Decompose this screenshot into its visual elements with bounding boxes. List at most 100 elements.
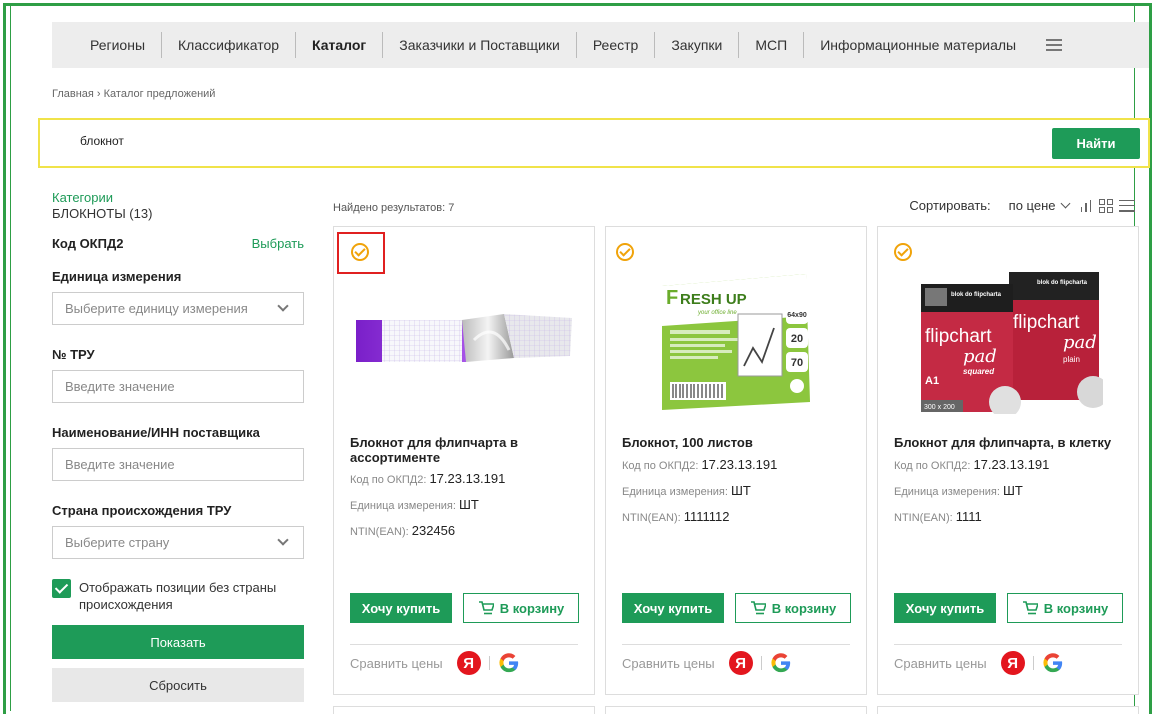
country-select-placeholder: Выберите страну xyxy=(65,535,170,550)
unit-select[interactable]: Выберите единицу измерения xyxy=(52,292,304,325)
cart-icon xyxy=(478,601,494,615)
menu-icon[interactable] xyxy=(1046,39,1063,51)
buy-button[interactable]: Хочу купить xyxy=(350,593,452,623)
product-image xyxy=(334,257,594,422)
product-unit: Единица измерения: ШТ xyxy=(622,483,857,498)
nav-msp[interactable]: МСП xyxy=(739,32,805,58)
sort-bars-icon[interactable] xyxy=(1080,199,1091,212)
flip-word2-1: pad xyxy=(963,346,997,367)
product-ntin: NTIN(EAN): 1111112 xyxy=(622,509,857,524)
okpd-meta-label: Код по ОКПД2: xyxy=(350,474,427,486)
search-button[interactable]: Найти xyxy=(1052,128,1140,159)
freshup-density: 70 xyxy=(791,357,803,369)
product-title[interactable]: Блокнот для флипчарта в ассортименте xyxy=(350,435,580,465)
compare-prices: Сравнить цены Я xyxy=(622,651,792,675)
google-icon[interactable] xyxy=(498,652,520,674)
ntin-meta-value: 1111112 xyxy=(683,509,730,524)
add-to-cart-button[interactable]: В корзину xyxy=(735,593,851,623)
flip-var1: squared xyxy=(963,367,995,376)
filter-sidebar: Категории БЛОКНОТЫ (13) Код ОКПД2 Выбрат… xyxy=(52,190,304,702)
top-nav: Регионы Классификатор Каталог Заказчики … xyxy=(52,22,1149,68)
compare-prices-label: Сравнить цены xyxy=(894,655,987,671)
yandex-icon[interactable]: Я xyxy=(1000,651,1025,675)
okpd-choose-link[interactable]: Выбрать xyxy=(252,236,304,251)
freshup-sub: your office line xyxy=(697,310,737,316)
product-card[interactable] xyxy=(605,706,867,714)
product-title[interactable]: Блокнот, 100 листов xyxy=(622,435,852,450)
add-to-cart-label: В корзину xyxy=(499,600,565,616)
card-divider xyxy=(894,644,1122,645)
card-divider xyxy=(622,644,850,645)
product-card[interactable] xyxy=(877,706,1139,714)
product-card[interactable]: blok do flipcharta flipchart pad plain b… xyxy=(877,226,1139,695)
product-okpd: Код по ОКПД2: 17.23.13.191 xyxy=(894,457,1129,472)
tru-input-placeholder: Введите значение xyxy=(65,379,175,394)
nav-customers-suppliers[interactable]: Заказчики и Поставщики xyxy=(383,32,577,58)
flip-size: A1 xyxy=(925,375,939,387)
nav-registry[interactable]: Реестр xyxy=(577,32,656,58)
nav-purchases[interactable]: Закупки xyxy=(655,32,740,58)
country-label: Страна происхождения ТРУ xyxy=(52,503,232,518)
flip-dims: 300 x 200 xyxy=(924,404,955,411)
chevron-down-icon[interactable] xyxy=(1060,198,1070,209)
nav-regions[interactable]: Регионы xyxy=(52,32,163,58)
okpd-meta-value: 17.23.13.191 xyxy=(429,471,506,486)
sort-bar: Сортировать: по цене xyxy=(909,198,1135,213)
flip-brand-2: blok do flipcharta xyxy=(1037,280,1088,286)
unit-meta-label: Единица измерения: xyxy=(622,486,728,498)
product-card[interactable]: Блокнот для флипчарта в ассортименте Код… xyxy=(333,226,595,695)
unit-select-placeholder: Выберите единицу измерения xyxy=(65,301,248,316)
yandex-icon[interactable]: Я xyxy=(456,651,481,675)
flip-word2-2: pad xyxy=(1063,332,1097,353)
product-okpd: Код по ОКПД2: 17.23.13.191 xyxy=(350,471,585,486)
google-icon[interactable] xyxy=(770,652,792,674)
breadcrumb[interactable]: Главная › Каталог предложений xyxy=(52,88,215,100)
flip-word1-2: flipchart xyxy=(1013,312,1080,333)
unit-meta-value: ШТ xyxy=(459,497,479,512)
supplier-input-placeholder: Введите значение xyxy=(65,457,175,472)
unit-meta-label: Единица измерения: xyxy=(350,500,456,512)
grid-view-icon[interactable] xyxy=(1099,198,1113,213)
nav-classifier[interactable]: Классификатор xyxy=(162,32,297,58)
product-card[interactable] xyxy=(333,706,595,714)
nav-catalog[interactable]: Каталог xyxy=(296,32,384,58)
buy-button[interactable]: Хочу купить xyxy=(622,593,724,623)
okpd-meta-value: 17.23.13.191 xyxy=(701,457,778,472)
nav-info-materials[interactable]: Информационные материалы xyxy=(804,32,1032,58)
product-ntin: NTIN(EAN): 1111 xyxy=(894,509,1129,524)
unit-meta-label: Единица измерения: xyxy=(894,486,1000,498)
tru-input[interactable]: Введите значение xyxy=(52,370,304,403)
product-title[interactable]: Блокнот для флипчарта, в клетку xyxy=(894,435,1124,450)
no-country-checkbox-label: Отображать позиции без страны происхожде… xyxy=(79,580,277,612)
yandex-icon[interactable]: Я xyxy=(728,651,753,675)
ntin-meta-label: NTIN(EAN): xyxy=(350,526,409,538)
ntin-meta-label: NTIN(EAN): xyxy=(622,512,681,524)
card-divider xyxy=(350,644,578,645)
product-card[interactable]: F RESH UP your office line 64x90 20 70 Б… xyxy=(605,226,867,695)
reset-button[interactable]: Сбросить xyxy=(52,668,304,702)
categories-link[interactable]: Категории xyxy=(52,190,304,205)
okpd-meta-value: 17.23.13.191 xyxy=(973,457,1050,472)
product-unit: Единица измерения: ШТ xyxy=(350,497,585,512)
buy-button[interactable]: Хочу купить xyxy=(894,593,996,623)
compare-prices-label: Сравнить цены xyxy=(622,655,715,671)
freshup-size: 64x90 xyxy=(787,312,807,319)
country-select[interactable]: Выберите страну xyxy=(52,526,304,559)
okpd-meta-label: Код по ОКПД2: xyxy=(894,460,971,472)
add-to-cart-button[interactable]: В корзину xyxy=(1007,593,1123,623)
chevron-down-icon xyxy=(277,534,289,546)
supplier-input[interactable]: Введите значение xyxy=(52,448,304,481)
show-button[interactable]: Показать xyxy=(52,625,304,659)
sort-select[interactable]: по цене xyxy=(1009,198,1056,213)
okpd-meta-label: Код по ОКПД2: xyxy=(622,460,699,472)
search-input[interactable] xyxy=(80,134,480,148)
list-view-icon[interactable] xyxy=(1119,199,1135,212)
add-to-cart-label: В корзину xyxy=(1043,600,1109,616)
cart-icon xyxy=(1022,601,1038,615)
product-ntin: NTIN(EAN): 232456 xyxy=(350,523,585,538)
add-to-cart-button[interactable]: В корзину xyxy=(463,593,579,623)
unit-meta-value: ШТ xyxy=(1003,483,1023,498)
google-icon[interactable] xyxy=(1042,652,1064,674)
svg-text:F: F xyxy=(666,287,678,309)
no-country-checkbox[interactable] xyxy=(52,579,71,598)
